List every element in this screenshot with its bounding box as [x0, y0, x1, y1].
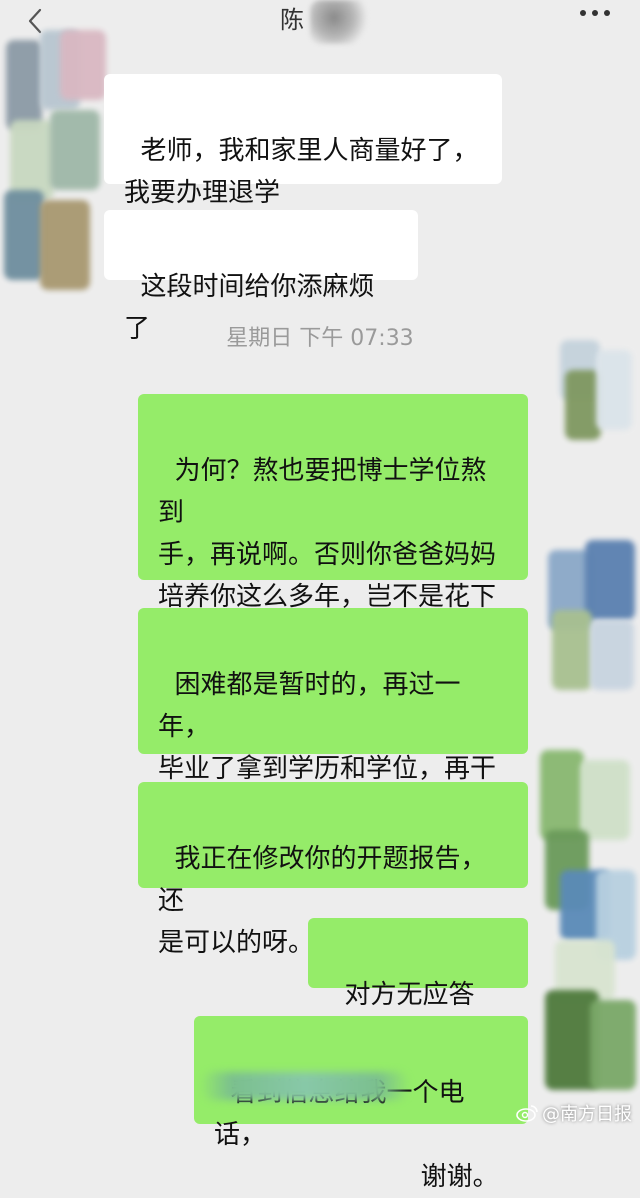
message-received[interactable]: 这段时间给你添麻烦了 — [104, 210, 418, 344]
watermark-text: @南方日报 — [542, 1104, 632, 1125]
message-received[interactable]: 老师，我和家里人商量好了， 我要办理退学 — [104, 74, 502, 208]
message-sent[interactable]: 看到信息给我一个电话， 谢谢。 — [194, 1016, 528, 1192]
title-redaction — [310, 0, 370, 44]
message-text: 老师，我和家里人商量好了， 我要办理退学 — [124, 136, 479, 208]
message-sent[interactable]: 我正在修改你的开题报告，还 是可以的呀。 — [138, 782, 528, 958]
chat-title: 陈 — [280, 6, 304, 34]
message-sent[interactable]: 为何？熬也要把博士学位熬到 手，再说啊。否则你爸爸妈妈 培养你这么多年，岂不是花… — [138, 394, 528, 654]
call-status-text: 对方无应答 — [344, 980, 475, 1010]
text-redaction — [200, 1072, 410, 1100]
message-sent[interactable]: 困难都是暂时的，再过一年， 毕业了拿到学历和学位，再干 什么就会好办很多。 — [138, 608, 528, 826]
call-no-answer-bubble[interactable]: 对方无应答 — [308, 918, 528, 1045]
more-options-icon[interactable] — [580, 10, 610, 16]
message-timestamp: 星期日 下午 07:33 — [226, 326, 414, 351]
watermark: @南方日报 — [516, 1100, 632, 1126]
weibo-logo-icon — [516, 1105, 538, 1122]
